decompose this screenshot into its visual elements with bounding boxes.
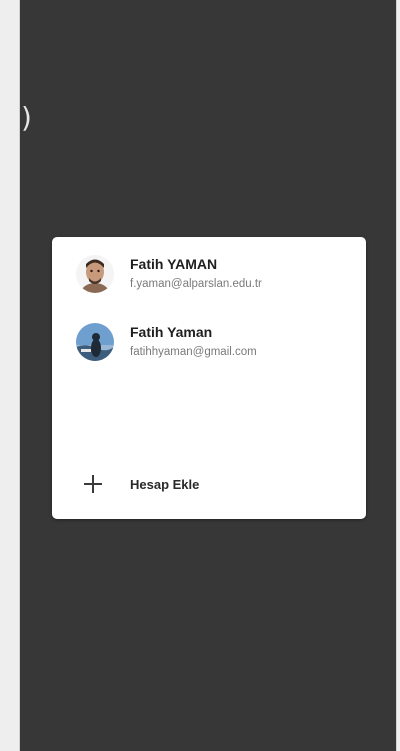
avatar-icon: [76, 255, 114, 293]
account-item-gmail[interactable]: Fatih Yaman fatihhyaman@gmail.com: [52, 317, 366, 373]
account-name: Fatih Yaman: [130, 324, 213, 340]
edge-glyph: ): [21, 101, 32, 134]
plus-icon: [84, 475, 102, 493]
add-account-label: Hesap Ekle: [130, 477, 200, 492]
account-email: fatihhyaman@gmail.com: [130, 346, 257, 358]
add-account-button[interactable]: Hesap Ekle: [52, 463, 366, 507]
screenshot-frame: ) Fatih YAMAN f.yaman@alparslan.edu.tr F…: [0, 0, 400, 751]
account-name: Fatih YAMAN: [130, 256, 218, 272]
account-email: f.yaman@alparslan.edu.tr: [130, 278, 262, 290]
account-item-alparslan[interactable]: Fatih YAMAN f.yaman@alparslan.edu.tr: [52, 249, 366, 305]
account-picker-dialog: Fatih YAMAN f.yaman@alparslan.edu.tr Fat…: [52, 237, 366, 519]
avatar-icon: [76, 323, 114, 361]
